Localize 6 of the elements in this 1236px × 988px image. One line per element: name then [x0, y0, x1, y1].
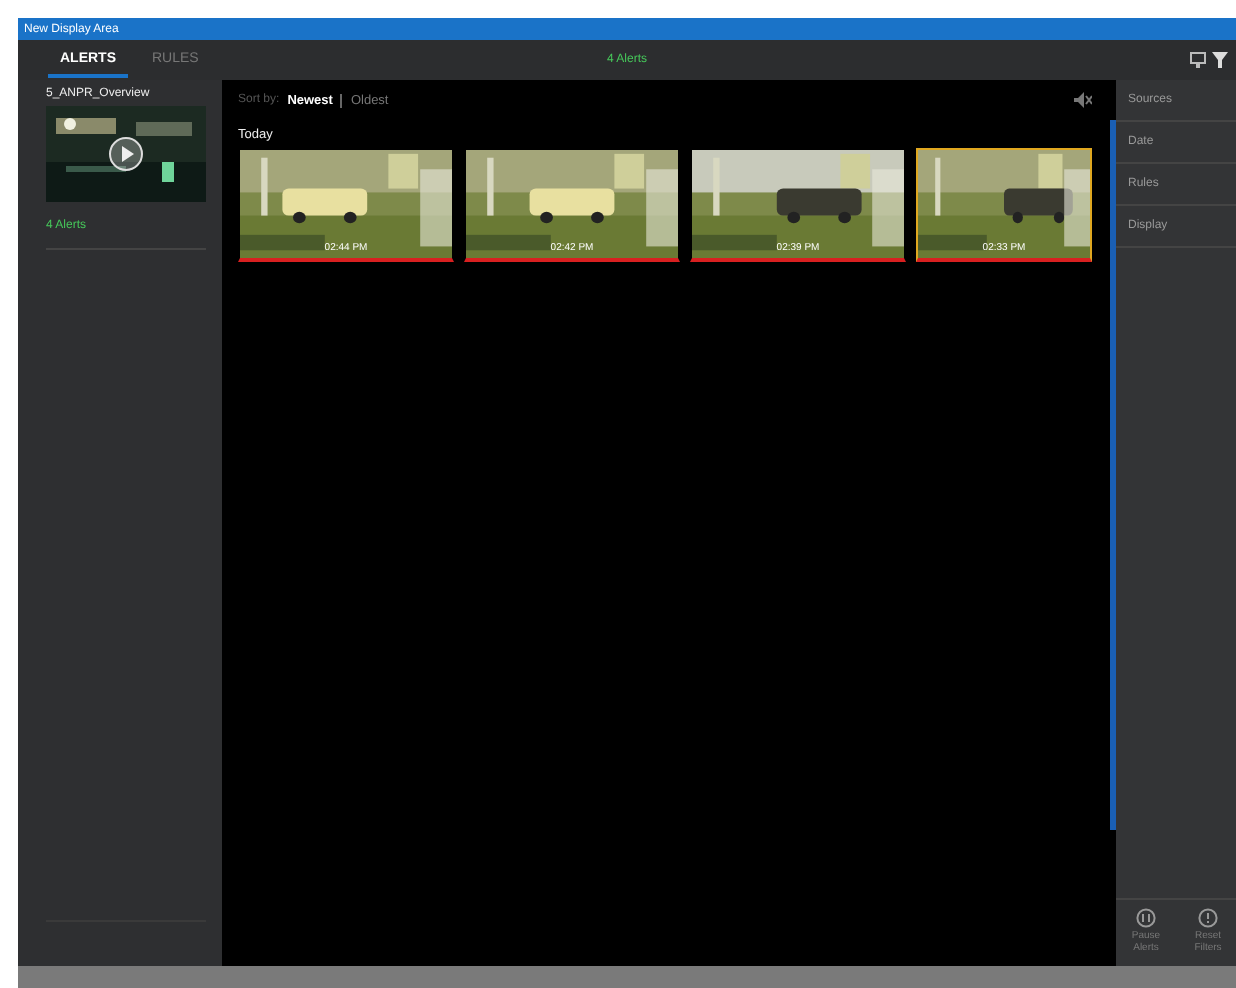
play-icon[interactable]: [108, 136, 144, 172]
monitor-icon[interactable]: [1190, 52, 1206, 68]
reset-icon: [1198, 908, 1218, 928]
filter-icon[interactable]: [1212, 52, 1228, 68]
speaker-icon[interactable]: [1074, 92, 1092, 108]
pause-icon: [1136, 908, 1156, 928]
